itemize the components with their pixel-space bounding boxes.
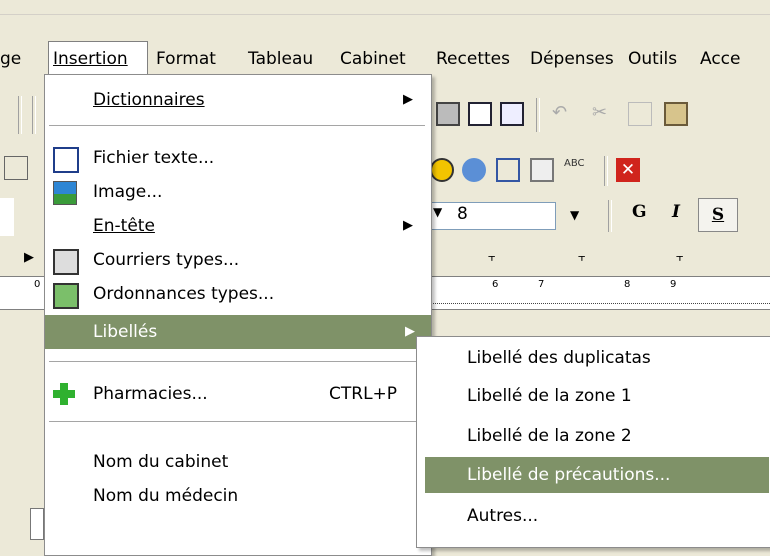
toolbar-icon[interactable] bbox=[4, 156, 28, 180]
menu-item-courriers-types[interactable]: Courriers types... bbox=[45, 243, 429, 277]
cut-icon[interactable]: ✂ bbox=[592, 102, 616, 126]
spreadsheet-icon[interactable] bbox=[496, 158, 520, 182]
menubar-item-depenses[interactable]: Dépenses bbox=[530, 46, 614, 72]
menubar-item-cabinet[interactable]: Cabinet bbox=[340, 46, 406, 72]
toolbar-separator bbox=[608, 200, 612, 232]
menu-item-ordonnances-types[interactable]: Ordonnances types... bbox=[45, 277, 429, 311]
submenu-item-autres[interactable]: Autres... bbox=[417, 499, 770, 533]
ruler-number: 0 bbox=[34, 279, 41, 290]
green-cross-icon bbox=[53, 383, 75, 405]
menubar-item-outils[interactable]: Outils bbox=[628, 46, 677, 72]
print-preview-icon[interactable] bbox=[500, 102, 524, 126]
chevron-down-icon[interactable]: ▼ bbox=[570, 208, 579, 222]
title-strip bbox=[0, 0, 770, 15]
menubar: ge Insertion Format Tableau Cabinet Rece… bbox=[0, 0, 770, 75]
submenu-arrow-icon: ▶ bbox=[403, 218, 413, 233]
menubar-item-format[interactable]: Format bbox=[156, 46, 216, 72]
letters-icon bbox=[53, 249, 79, 275]
globe-icon[interactable] bbox=[462, 158, 486, 182]
tab-marker-icon: ⫟ bbox=[488, 250, 496, 265]
close-icon[interactable]: ✕ bbox=[616, 158, 640, 182]
menu-item-pharmacies[interactable]: Pharmacies... CTRL+P bbox=[45, 377, 429, 411]
ruler-number: 8 bbox=[624, 279, 631, 290]
submenu-item-libelle-zone-1[interactable]: Libellé de la zone 1 bbox=[417, 379, 770, 413]
toolbar-separator bbox=[18, 96, 22, 134]
chevron-down-icon[interactable]: ▼ bbox=[433, 205, 442, 219]
submenu-arrow-icon: ▶ bbox=[403, 92, 413, 107]
menubar-item-recettes[interactable]: Recettes bbox=[436, 46, 510, 72]
document-edge bbox=[30, 508, 44, 540]
ruler-number: 9 bbox=[670, 279, 677, 290]
font-size-value: 8 bbox=[457, 204, 468, 224]
print-icon[interactable] bbox=[436, 102, 460, 126]
italic-button[interactable]: I bbox=[672, 202, 680, 222]
ruler-ticks bbox=[430, 295, 770, 304]
tab-marker-icon: ⫟ bbox=[578, 250, 586, 265]
menu-item-nom-du-cabinet[interactable]: Nom du cabinet bbox=[45, 445, 429, 479]
bold-button[interactable]: G bbox=[632, 202, 647, 222]
underline-button[interactable]: S bbox=[698, 198, 738, 232]
submenu-arrow-icon: ▶ bbox=[405, 324, 415, 339]
menu-separator bbox=[49, 361, 425, 362]
copy-icon[interactable] bbox=[628, 102, 652, 126]
toolbar-separator bbox=[604, 156, 608, 186]
paste-icon[interactable] bbox=[664, 102, 688, 126]
menu-separator bbox=[49, 421, 425, 422]
submenu-item-libelle-precautions[interactable]: Libellé de précautions... bbox=[425, 457, 769, 493]
menu-separator bbox=[49, 125, 425, 126]
prescriptions-icon bbox=[53, 283, 79, 309]
insertion-menu: Dictionnaires ▶ Fichier texte... Image..… bbox=[44, 74, 432, 556]
menu-item-en-tete[interactable]: En-tête ▶ bbox=[45, 209, 429, 243]
toolbar-separator bbox=[32, 96, 36, 134]
menu-item-nom-du-medecin[interactable]: Nom du médecin bbox=[45, 479, 429, 513]
text-file-icon bbox=[53, 147, 79, 173]
tab-stop-icon[interactable]: ▶ bbox=[24, 250, 34, 265]
menu-item-libelles[interactable]: Libellés ▶ bbox=[45, 315, 431, 349]
undo-icon[interactable]: ↶ bbox=[552, 102, 576, 126]
ruler-number: 6 bbox=[492, 279, 499, 290]
menubar-item-partial[interactable]: ge bbox=[0, 46, 21, 72]
font-size-combo[interactable]: ▼ 8 bbox=[430, 202, 556, 230]
menu-item-dictionnaires[interactable]: Dictionnaires ▶ bbox=[45, 83, 429, 117]
toolbar-separator bbox=[536, 98, 540, 132]
clock-icon[interactable] bbox=[430, 158, 454, 182]
submenu-item-libelle-zone-2[interactable]: Libellé de la zone 2 bbox=[417, 419, 770, 453]
shortcut-label: CTRL+P bbox=[329, 384, 398, 404]
document-icon[interactable] bbox=[530, 158, 554, 182]
menu-item-fichier-texte[interactable]: Fichier texte... bbox=[45, 141, 429, 175]
libelles-submenu: Libellé des duplicatas Libellé de la zon… bbox=[416, 336, 770, 548]
ruler-number: 7 bbox=[538, 279, 545, 290]
menubar-item-acce[interactable]: Acce bbox=[700, 46, 740, 72]
menubar-item-insertion[interactable]: Insertion bbox=[48, 41, 148, 75]
tab-marker-icon: ⫟ bbox=[676, 250, 684, 265]
menu-item-image[interactable]: Image... bbox=[45, 175, 429, 209]
image-icon bbox=[53, 181, 77, 205]
menubar-item-tableau[interactable]: Tableau bbox=[248, 46, 313, 72]
font-combo[interactable] bbox=[0, 198, 14, 236]
submenu-item-libelle-duplicatas[interactable]: Libellé des duplicatas bbox=[417, 341, 770, 375]
page-icon[interactable] bbox=[468, 102, 492, 126]
spellcheck-icon[interactable]: ABC bbox=[564, 158, 588, 182]
